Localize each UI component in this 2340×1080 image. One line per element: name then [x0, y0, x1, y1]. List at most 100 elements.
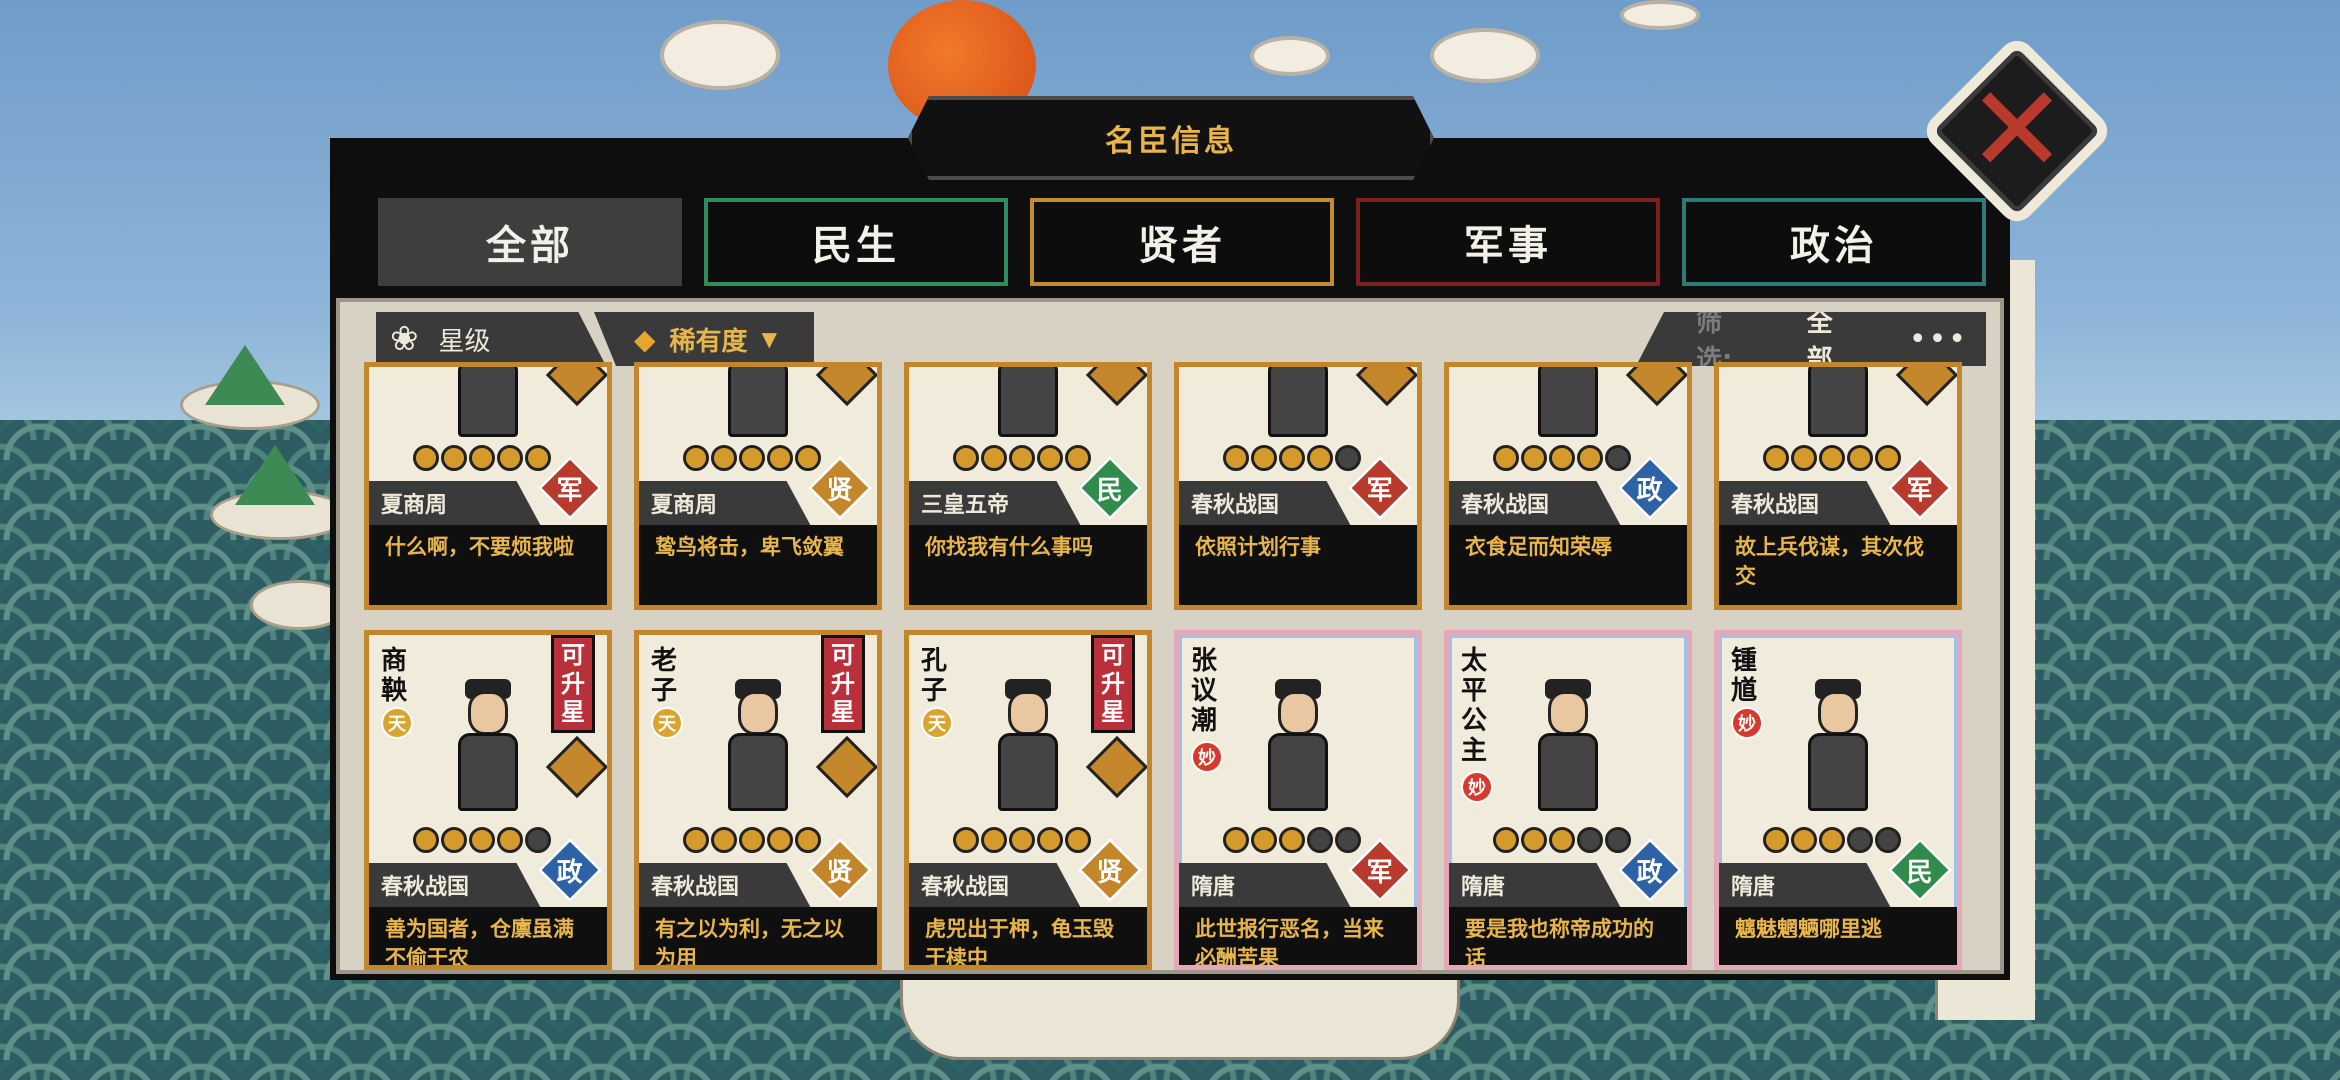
- portrait-body: [1268, 367, 1328, 437]
- star-filled-icon: [1549, 827, 1575, 853]
- tab-sages[interactable]: 贤者: [1030, 198, 1334, 286]
- tab-politics[interactable]: 政治: [1682, 198, 1986, 286]
- title-plate: 名臣信息: [908, 96, 1434, 180]
- portrait-body: [728, 367, 788, 437]
- star-rating: [413, 827, 551, 853]
- flower-icon: ❀: [390, 319, 419, 359]
- portrait-figure: [993, 367, 1063, 437]
- portrait-figure: [1533, 679, 1603, 811]
- star-filled-icon: [739, 827, 765, 853]
- star-filled-icon: [1763, 445, 1789, 471]
- tab-military[interactable]: 军事: [1356, 198, 1660, 286]
- type-badge-label: 贤: [1096, 857, 1124, 888]
- star-filled-icon: [413, 445, 439, 471]
- star-rating: [1493, 445, 1631, 471]
- minister-quote: 虎兕出于柙，龟玉毁于椟中: [909, 907, 1147, 965]
- portrait-head: [1548, 691, 1588, 735]
- type-badge-label: 政: [1636, 475, 1664, 506]
- sort-star-label: 星级: [438, 326, 491, 357]
- minister-quote: 你找我有什么事吗: [909, 525, 1147, 605]
- minister-card[interactable]: 商鞅天可升星春秋战国政善为国者，仓廪虽满不偷于农: [364, 630, 612, 970]
- star-filled-icon: [795, 445, 821, 471]
- minister-card-grid[interactable]: 夏商周军什么啊，不要烦我啦 夏商周贤鸷鸟将击，卑飞敛翼 三皇五帝民你找我有什么事吗春…: [364, 362, 1984, 970]
- minister-card[interactable]: 春秋战国军故上兵伐谋，其次伐交: [1714, 362, 1962, 610]
- cloud-decoration: [1620, 0, 1700, 30]
- portrait-figure: [453, 679, 523, 811]
- star-filled-icon: [1279, 827, 1305, 853]
- portrait-body: [1808, 367, 1868, 437]
- minister-card[interactable]: 春秋战国政衣食足而知荣辱: [1444, 362, 1692, 610]
- tab-livelihood[interactable]: 民生: [704, 198, 1008, 286]
- minister-card[interactable]: 孔子天可升星春秋战国贤虎兕出于柙，龟玉毁于椟中: [904, 630, 1152, 970]
- category-tabs: 全部 民生 贤者 军事 政治: [378, 198, 1986, 286]
- page-title: 名臣信息: [1105, 124, 1237, 159]
- upgrade-star-tag: 可升星: [1091, 635, 1135, 733]
- close-x-icon: ✕: [1966, 61, 2068, 200]
- type-badge-label: 贤: [826, 857, 854, 888]
- minister-quote: 衣食足而知荣辱: [1449, 525, 1687, 605]
- minister-card[interactable]: 夏商周贤鸷鸟将击，卑飞敛翼: [634, 362, 882, 610]
- star-filled-icon: [469, 827, 495, 853]
- star-filled-icon: [981, 445, 1007, 471]
- portrait-head: [468, 691, 508, 735]
- grade-badge: 天: [651, 707, 683, 739]
- minister-quote: 善为国者，仓廪虽满不偷于农: [369, 907, 607, 965]
- cloud-decoration: [660, 20, 780, 90]
- minister-card[interactable]: 春秋战国军依照计划行事: [1174, 362, 1422, 610]
- mountain-decoration: [235, 445, 315, 505]
- star-filled-icon: [1223, 827, 1249, 853]
- portrait-body: [1808, 733, 1868, 811]
- minister-quote: 故上兵伐谋，其次伐交: [1719, 525, 1957, 605]
- filter-dropdown[interactable]: 筛选: 全部 •••: [1636, 312, 1986, 366]
- star-rating: [1223, 827, 1361, 853]
- star-filled-icon: [1847, 445, 1873, 471]
- star-filled-icon: [683, 445, 709, 471]
- portrait-body: [1538, 367, 1598, 437]
- portrait-figure: [723, 367, 793, 437]
- minister-card[interactable]: 张议潮妙隋唐军此世报行恶名，当来必酬苦果: [1174, 630, 1422, 970]
- star-filled-icon: [739, 445, 765, 471]
- minister-card[interactable]: 老子天可升星春秋战国贤有之以为利，无之以为用: [634, 630, 882, 970]
- minister-quote: 鸷鸟将击，卑飞敛翼: [639, 525, 877, 605]
- type-badge-label: 贤: [826, 475, 854, 506]
- minister-card[interactable]: 三皇五帝民你找我有什么事吗: [904, 362, 1152, 610]
- portrait-figure: [1263, 367, 1333, 437]
- star-filled-icon: [1791, 445, 1817, 471]
- star-empty-icon: [1605, 445, 1631, 471]
- minister-name: 商鞅: [381, 646, 408, 706]
- star-filled-icon: [1875, 445, 1901, 471]
- minister-card[interactable]: 夏商周军什么啊，不要烦我啦: [364, 362, 612, 610]
- type-badge-label: 军: [1366, 475, 1394, 506]
- star-filled-icon: [1493, 445, 1519, 471]
- sort-by-rarity-button[interactable]: ◆ 稀有度 ▼: [594, 312, 814, 366]
- sort-by-star-button[interactable]: ❀ 星级: [376, 312, 606, 366]
- star-filled-icon: [1009, 445, 1035, 471]
- portrait-head: [738, 691, 778, 735]
- portrait-head: [1008, 691, 1048, 735]
- star-filled-icon: [1819, 445, 1845, 471]
- star-filled-icon: [1037, 445, 1063, 471]
- portrait-body: [998, 367, 1058, 437]
- minister-card[interactable]: 锺馗妙隋唐民魑魅魍魉哪里逃: [1714, 630, 1962, 970]
- diamond-icon: ◆: [634, 322, 656, 356]
- portrait-body: [458, 733, 518, 811]
- star-rating: [683, 445, 821, 471]
- grade-badge: 天: [921, 707, 953, 739]
- sort-rarity-label: 稀有度: [669, 326, 748, 357]
- star-empty-icon: [525, 827, 551, 853]
- dropdown-arrow-icon: ▼: [761, 327, 777, 351]
- minister-card[interactable]: 太平公主妙隋唐政要是我也称帝成功的话: [1444, 630, 1692, 970]
- upgrade-star-tag: 可升星: [821, 635, 865, 733]
- portrait-figure: [1803, 367, 1873, 437]
- star-filled-icon: [1819, 827, 1845, 853]
- star-rating: [953, 445, 1091, 471]
- star-filled-icon: [1493, 827, 1519, 853]
- more-options-icon[interactable]: •••: [1909, 322, 1968, 357]
- portrait-figure: [723, 679, 793, 811]
- tab-all[interactable]: 全部: [378, 198, 682, 286]
- star-filled-icon: [1223, 445, 1249, 471]
- star-filled-icon: [767, 827, 793, 853]
- portrait-figure: [993, 679, 1063, 811]
- star-filled-icon: [1251, 445, 1277, 471]
- type-badge-label: 军: [1906, 475, 1934, 506]
